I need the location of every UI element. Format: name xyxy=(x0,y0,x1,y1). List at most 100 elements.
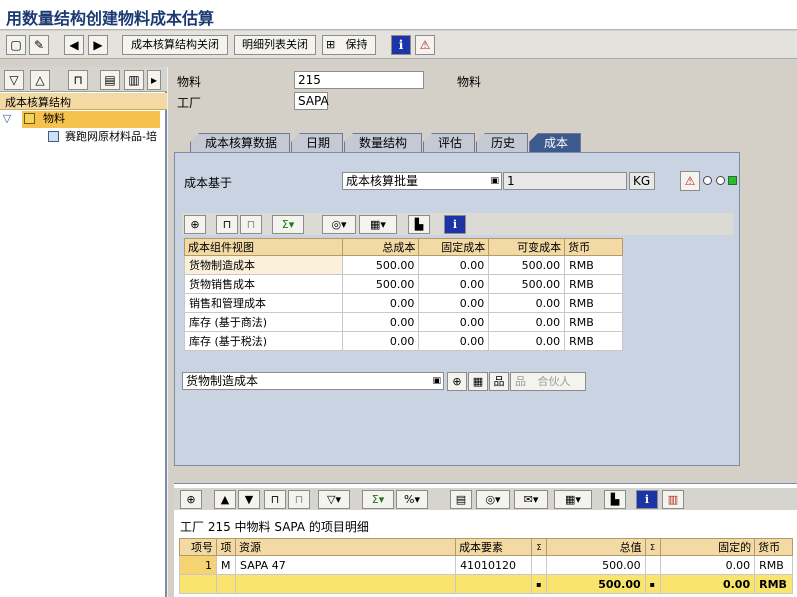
variable-cost-cell: 0.00 xyxy=(488,312,566,332)
col-sum-flag-1[interactable]: Σ xyxy=(531,538,547,556)
export-icon[interactable]: ◎▾ xyxy=(476,490,510,509)
total-cost-cell: 500.00 xyxy=(341,274,420,294)
save-button[interactable]: ⊞ 保持 xyxy=(322,35,376,55)
cost-elements-icon[interactable]: ▥ xyxy=(662,490,684,509)
tab-costs[interactable]: 成本 xyxy=(529,133,581,152)
cost-view-cell[interactable]: 库存 (基于商法) xyxy=(184,312,343,332)
print-icon[interactable]: ▤ xyxy=(450,490,472,509)
cost-log-icon[interactable]: ⚠ xyxy=(680,171,700,191)
find-next-icon[interactable]: ⊓ xyxy=(240,215,262,234)
next-icon[interactable]: ▶ xyxy=(88,35,108,55)
tab-history[interactable]: 历史 xyxy=(476,133,528,152)
costing-log-icon[interactable]: ⚠ xyxy=(415,35,435,55)
print-icon[interactable]: ▤ xyxy=(100,70,120,90)
plant-field[interactable]: SAPA xyxy=(294,92,329,110)
pane-splitter[interactable] xyxy=(167,67,173,597)
col-sum-flag-2[interactable]: Σ xyxy=(644,538,661,556)
sum-icon[interactable]: Σ▾ xyxy=(362,490,394,509)
table-row[interactable]: 库存 (基于税法) 0.00 0.00 0.00 RMB xyxy=(184,331,623,351)
details-icon[interactable]: ⊕ xyxy=(184,215,206,234)
sort-descending-icon[interactable]: ▼ xyxy=(238,490,260,509)
col-item-cat[interactable]: 项 xyxy=(216,538,237,556)
material-field[interactable]: 215 xyxy=(294,71,424,89)
find-icon[interactable]: ⊓ xyxy=(68,70,88,90)
tab-dates[interactable]: 日期 xyxy=(291,133,343,152)
cost-view-cell[interactable]: 货物销售成本 xyxy=(184,274,343,294)
table-row[interactable]: 销售和管理成本 0.00 0.00 0.00 RMB xyxy=(184,293,623,313)
col-cost-view[interactable]: 成本组件视图 xyxy=(184,238,343,256)
tab-costing-data[interactable]: 成本核算数据 xyxy=(190,133,290,152)
settings-icon[interactable]: ▥ xyxy=(124,70,144,90)
partner-button-label: 合伙人 xyxy=(537,375,571,388)
close-detail-list-button[interactable]: 明细列表关闭 xyxy=(234,35,316,55)
cost-view-cell[interactable]: 销售和管理成本 xyxy=(184,293,343,313)
partner-button[interactable]: 品 合伙人 xyxy=(510,372,586,391)
hierarchy-icon[interactable]: 品 xyxy=(489,372,509,391)
previous-icon[interactable]: ◀ xyxy=(64,35,84,55)
tree-node-material[interactable]: ▽ 物料 xyxy=(0,111,160,128)
col-resource[interactable]: 资源 xyxy=(235,538,457,556)
node-expanded-icon[interactable]: ▽ xyxy=(0,111,14,127)
find-icon[interactable]: ⊓ xyxy=(264,490,286,509)
layout-icon[interactable]: ▦▾ xyxy=(359,215,397,234)
table-row[interactable]: 1 M SAPA 47 41010120 500.00 0.00 RMB xyxy=(178,555,793,575)
item-detail-table: 项号 项 资源 成本要素 Σ 总值 Σ 固定的 货币 1 M SAPA 47 4… xyxy=(178,538,793,594)
fixed-cost-cell: 0.00 xyxy=(418,293,490,313)
filter-icon[interactable]: ▽▾ xyxy=(318,490,350,509)
col-fixed-cost[interactable]: 固定成本 xyxy=(418,238,490,256)
col-fixed[interactable]: 固定的 xyxy=(659,538,756,556)
col-total-cost[interactable]: 总成本 xyxy=(341,238,420,256)
col-variable-cost[interactable]: 可变成本 xyxy=(488,238,566,256)
export-icon[interactable]: ◎▾ xyxy=(322,215,356,234)
col-item-no[interactable]: 项号 xyxy=(178,538,218,556)
table-row[interactable]: 库存 (基于商法) 0.00 0.00 0.00 RMB xyxy=(184,312,623,332)
window-title: 用数量结构创建物料成本估算 xyxy=(0,0,797,30)
sort-ascending-icon[interactable]: ▲ xyxy=(214,490,236,509)
new-document-icon[interactable]: ▢ xyxy=(6,35,26,55)
table-row[interactable]: 货物销售成本 500.00 0.00 500.00 RMB xyxy=(184,274,623,294)
currency-cell: RMB xyxy=(564,274,623,294)
graphic-icon[interactable]: ▙ xyxy=(604,490,626,509)
item-info-icon[interactable]: i xyxy=(636,490,658,509)
mail-icon[interactable]: ✉▾ xyxy=(514,490,548,509)
dropdown-icon: ▣ xyxy=(490,176,499,186)
col-currency[interactable]: 货币 xyxy=(754,538,793,556)
fixed-cost-cell: 0.00 xyxy=(418,312,490,332)
layout-icon[interactable]: ▦▾ xyxy=(554,490,592,509)
close-costing-structure-button[interactable]: 成本核算结构关闭 xyxy=(122,35,228,55)
scroll-right-icon[interactable]: ▸ xyxy=(147,70,161,90)
costing-structure-pane: ▽ △ ⊓ ▤ ▥ ▸ 成本核算结构 ▽ 物料 赛跑网原材料品-培 xyxy=(0,67,167,597)
find-icon[interactable]: ⊓ xyxy=(216,215,238,234)
collapse-icon[interactable]: △ xyxy=(30,70,50,90)
tree-node-raw-material[interactable]: 赛跑网原材料品-培 xyxy=(0,129,167,146)
cost-view-select[interactable]: 货物制造成本 ▣ xyxy=(182,372,444,390)
green-light-icon xyxy=(728,176,737,185)
tree-node-raw-material-label: 赛跑网原材料品-培 xyxy=(65,130,157,143)
col-cost-element[interactable]: 成本要素 xyxy=(455,538,533,556)
costs-tab-panel: 成本基于 成本核算批量 ▣ 1 KG ⚠ ⊕ ⊓ ⊓ Σ▾ ◎▾ ▦▾ ▙ i … xyxy=(174,152,740,466)
tab-valuation[interactable]: 评估 xyxy=(423,133,475,152)
details-icon[interactable]: ⊕ xyxy=(180,490,202,509)
item-no-cell[interactable]: 1 xyxy=(178,555,218,575)
subtotal-icon[interactable]: %▾ xyxy=(396,490,428,509)
choose-icon[interactable]: ⊕ xyxy=(447,372,467,391)
col-currency[interactable]: 货币 xyxy=(564,238,623,256)
display-change-icon[interactable]: ✎ xyxy=(29,35,49,55)
table-icon[interactable]: ▦ xyxy=(468,372,488,391)
expand-icon[interactable]: ▽ xyxy=(4,70,24,90)
total-row-blank xyxy=(235,574,457,594)
info-icon[interactable]: i xyxy=(391,35,411,55)
cost-basis-value: 成本核算批量 xyxy=(346,174,419,188)
tab-qty-structure[interactable]: 数量结构 xyxy=(344,133,422,152)
cost-view-cell[interactable]: 货物制造成本 xyxy=(184,255,343,275)
grid-info-icon[interactable]: i xyxy=(444,215,466,234)
graphic-icon[interactable]: ▙ xyxy=(408,215,430,234)
cost-view-cell[interactable]: 库存 (基于税法) xyxy=(184,331,343,351)
table-row[interactable]: 货物制造成本 500.00 0.00 500.00 RMB xyxy=(184,255,623,275)
sum-icon[interactable]: Σ▾ xyxy=(272,215,304,234)
save-icon: ⊞ xyxy=(326,38,336,51)
find-next-icon[interactable]: ⊓ xyxy=(288,490,310,509)
total-cost-cell: 500.00 xyxy=(341,255,420,275)
col-total-value[interactable]: 总值 xyxy=(545,538,646,556)
cost-basis-select[interactable]: 成本核算批量 ▣ xyxy=(342,172,502,190)
